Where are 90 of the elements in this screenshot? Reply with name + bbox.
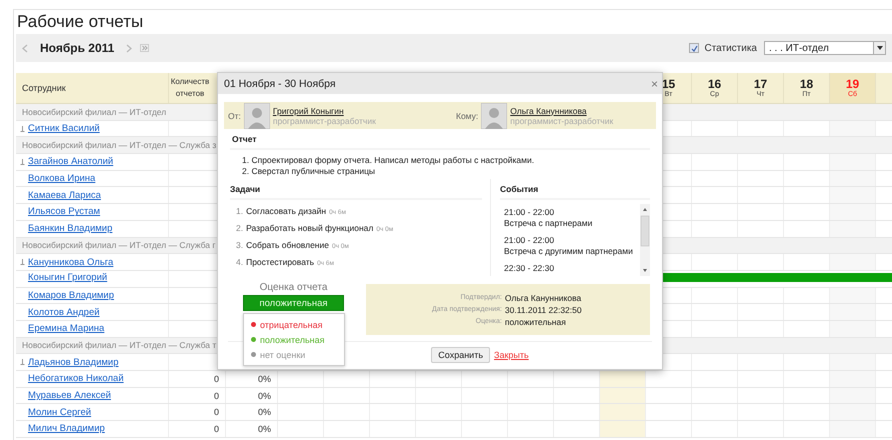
dialog-title: 01 Ноября - 30 Ноября <box>224 78 336 90</box>
employee-link[interactable]: Ситник Василий <box>28 123 100 134</box>
department-select[interactable]: . . . ИТ-отдел <box>764 41 886 55</box>
option-label: нет оценки <box>260 350 306 360</box>
report-percent: 0% <box>258 374 271 384</box>
column-header: Сотрудник <box>16 73 169 103</box>
confirmation-value: 30.11.2011 22:32:50 <box>504 304 582 316</box>
column-header: Количеств отчетов <box>170 76 210 100</box>
section-heading: Задачи <box>230 179 482 200</box>
group-label: Новосибирский филиал — ИТ-отдел — Служба г <box>21 240 216 250</box>
recipient-label: Кому: <box>456 110 478 120</box>
confirmation-value: Ольга Канунникова <box>504 292 582 304</box>
statistics-label: Статистика <box>704 42 757 54</box>
report-line: 2. Сверстал публичные страницы <box>242 166 376 177</box>
report-percent: 0% <box>258 424 271 434</box>
day-number: 17 <box>754 78 768 91</box>
employee-link[interactable]: Ильясов Рустам <box>28 206 100 218</box>
section-heading: События <box>500 179 650 200</box>
task-number: 4. <box>236 257 244 267</box>
task-number: 3. <box>236 240 244 250</box>
sender-label: От: <box>228 110 241 120</box>
task-title: Простестировать <box>246 257 314 267</box>
employee-link[interactable]: Волкова Ирина <box>28 173 96 184</box>
event-title: Встреча с другимим партнерами <box>504 246 633 257</box>
skip-icon <box>140 44 150 52</box>
scrollbar <box>640 204 650 276</box>
employee-link[interactable]: Канунникова Ольга <box>28 256 114 268</box>
event-time: 22:30 - 22:30 <box>504 263 556 274</box>
checkmark-icon <box>690 44 698 52</box>
rating-option[interactable]: отрицательная <box>247 317 341 332</box>
employee-link[interactable]: Небогатиков Николай <box>28 373 124 384</box>
employee-link[interactable]: Камаева Лариса <box>28 190 101 201</box>
group-label: Новосибирский филиал — ИТ-отдел — Служба з <box>21 140 216 150</box>
task-title: Собрать обновление <box>246 240 329 250</box>
employee-link[interactable]: Комаров Владимир <box>28 290 114 301</box>
employee-link[interactable]: Загайнов Анатолий <box>28 156 114 168</box>
close-link[interactable]: Закрыть <box>494 350 529 360</box>
report-line: 1. Спроектировал форму отчета. Написал методы работы с настройками. <box>242 155 536 166</box>
chevron-left-icon <box>22 44 28 52</box>
option-label: отрицательная <box>260 320 322 330</box>
confirmation-value: положительная <box>504 316 567 328</box>
save-button[interactable]: Сохранить <box>431 347 490 363</box>
rating-label: Оценка отчета <box>260 282 328 293</box>
report-count: 0 <box>214 390 219 401</box>
next-month-button[interactable] <box>126 44 132 52</box>
employee-link[interactable]: Ладьянов Владимир <box>28 356 119 368</box>
section-heading: Отчет <box>230 129 650 150</box>
avatar-placeholder <box>244 102 270 128</box>
rating-dropdown-button[interactable]: положительная <box>243 295 344 311</box>
event-title: Встреча с партнерами <box>504 218 594 229</box>
sender-role: программист-разработчик <box>272 116 376 126</box>
event-time: 21:00 - 22:00 <box>504 207 556 218</box>
option-label: положительная <box>260 334 325 344</box>
avatar-placeholder <box>481 102 508 128</box>
task-title: Разработать новый функционал <box>246 223 374 233</box>
rating-option[interactable]: нет оценки <box>247 347 341 362</box>
close-button[interactable]: × <box>650 76 658 90</box>
task-number: 1. <box>236 206 244 216</box>
report-count: 0 <box>214 424 219 434</box>
dropdown-arrow-icon <box>876 46 882 50</box>
employee-link[interactable]: Колотов Андрей <box>28 306 100 318</box>
employee-link[interactable]: Муравьев Алексей <box>28 390 111 402</box>
day-number: 19 <box>846 78 860 91</box>
report-count: 0 <box>214 407 219 418</box>
employee-link[interactable]: Еремина Марина <box>28 323 104 334</box>
task-number: 2. <box>236 223 244 233</box>
task-title: Согласовать дизайн <box>246 206 326 216</box>
month-label: Ноябрь 2011 <box>40 41 114 55</box>
group-label: Новосибирский филиал — ИТ-отдел <box>21 106 166 117</box>
group-label: Новосибирский филиал — ИТ-отдел — Служба т <box>21 340 216 350</box>
statistics-checkbox[interactable] <box>689 43 700 53</box>
employee-link[interactable]: Коныгин Григорий <box>28 272 108 284</box>
day-number: 18 <box>800 78 814 91</box>
event-time: 21:00 - 22:00 <box>504 235 556 246</box>
current-month-button[interactable] <box>140 44 150 52</box>
report-percent: 0% <box>258 407 271 418</box>
sender-name-link[interactable]: Григорий Коныгин <box>272 106 376 116</box>
chevron-right-icon <box>126 44 132 52</box>
recipient-name-link[interactable]: Ольга Канунникова <box>510 106 614 116</box>
employee-link[interactable]: Милич Владимир <box>28 423 105 434</box>
recipient-role: программист-разработчик <box>510 116 614 126</box>
page-title: Рабочие отчеты <box>16 11 144 32</box>
employee-link[interactable]: Баянкин Владимир <box>28 223 112 234</box>
day-number: 16 <box>708 78 722 91</box>
report-percent: 0% <box>258 390 271 401</box>
select-value: . . . ИТ-отдел <box>769 42 829 54</box>
previous-month-button[interactable] <box>22 44 28 52</box>
day-number: 15 <box>662 78 676 91</box>
report-count: 0 <box>214 374 219 384</box>
employee-link[interactable]: Молин Сергей <box>28 406 92 418</box>
